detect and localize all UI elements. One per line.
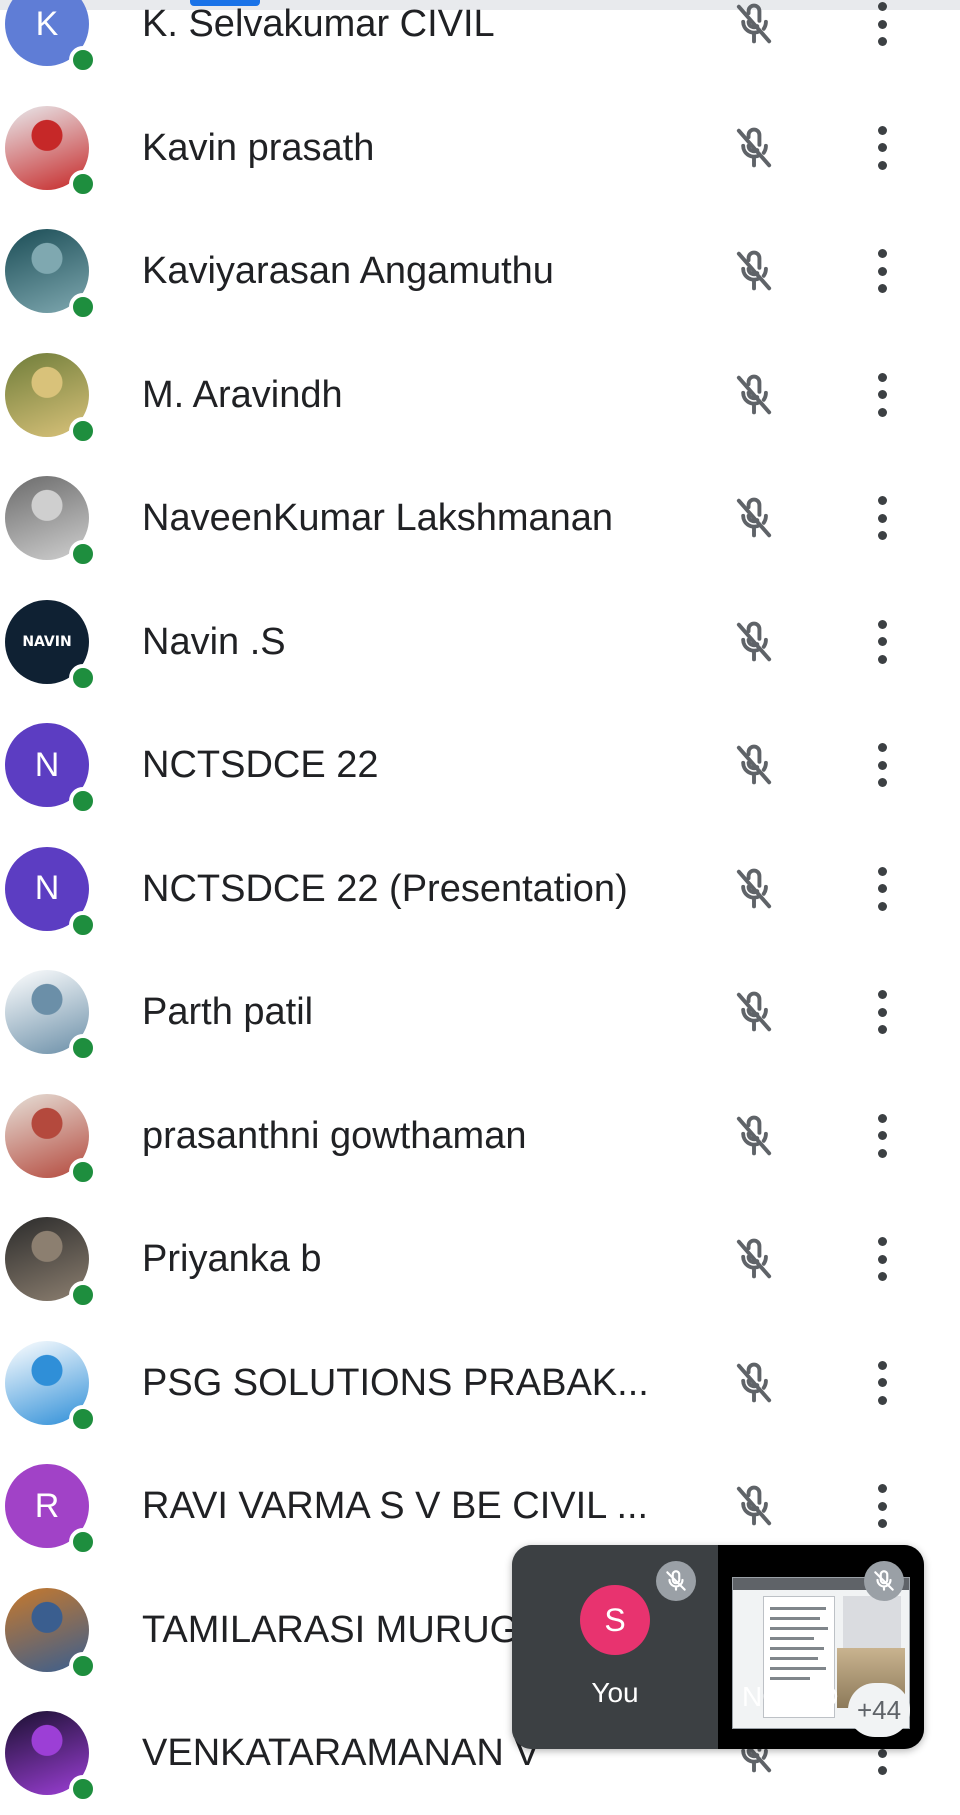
- participant-name: NaveenKumar Lakshmanan: [142, 497, 614, 539]
- online-status-dot: [69, 169, 97, 198]
- online-status-dot: [69, 910, 97, 939]
- online-status-dot: [69, 1404, 97, 1433]
- online-status-dot: [69, 46, 97, 74]
- participant-name: VENKATARAMANAN V: [142, 1732, 540, 1774]
- mic-off-icon[interactable]: [728, 1480, 780, 1532]
- online-status-dot: [69, 1034, 97, 1062]
- online-status-dot: [69, 540, 97, 568]
- avatar-container: [5, 352, 97, 445]
- participant-name: Priyanka b: [142, 1238, 322, 1280]
- mic-off-icon[interactable]: [728, 1357, 780, 1409]
- mic-off-icon[interactable]: [728, 492, 780, 544]
- more-options-icon[interactable]: [868, 0, 896, 52]
- presentation-label: NCTSD: [742, 1681, 839, 1712]
- avatar-container: [5, 1340, 97, 1433]
- participant-name: Parth patil: [142, 991, 314, 1033]
- avatar-container: [5, 970, 97, 1062]
- mic-off-icon[interactable]: [728, 863, 780, 915]
- online-status-dot: [69, 787, 97, 815]
- participant-name: RAVI VARMA S V BE CIVIL ...: [142, 1485, 649, 1527]
- more-options-icon[interactable]: [868, 984, 896, 1040]
- online-status-dot: [69, 293, 97, 321]
- participant-name: NCTSDCE 22 (Presentation): [142, 867, 628, 910]
- participant-row[interactable]: NaveenKumar Lakshmanan: [0, 456, 960, 580]
- participant-name: Navin .S: [142, 620, 286, 663]
- avatar-container: [5, 105, 97, 198]
- participant-row[interactable]: Parth patil: [0, 950, 960, 1074]
- mic-off-icon[interactable]: [728, 0, 780, 50]
- participant-row[interactable]: prasanthni gowthaman: [0, 1074, 960, 1198]
- mic-off-icon[interactable]: [728, 1110, 780, 1162]
- avatar-container: [5, 1711, 97, 1803]
- avatar-container: [5, 1587, 97, 1680]
- participant-row[interactable]: Kaviyarasan Angamuthu: [0, 209, 960, 333]
- participant-row[interactable]: Priyanka b: [0, 1197, 960, 1321]
- online-status-dot: [69, 663, 97, 692]
- more-options-icon[interactable]: [868, 1108, 896, 1164]
- more-options-icon[interactable]: [868, 490, 896, 546]
- more-options-icon[interactable]: [868, 120, 896, 176]
- online-status-dot: [69, 1157, 97, 1186]
- participant-row[interactable]: M. Aravindh: [0, 333, 960, 457]
- mic-off-icon[interactable]: [728, 616, 780, 668]
- participant-name: PSG SOLUTIONS PRABAK...: [142, 1361, 649, 1404]
- self-tile[interactable]: S You: [512, 1545, 718, 1749]
- avatar-container: [5, 476, 97, 568]
- more-options-icon[interactable]: [868, 1355, 896, 1411]
- more-options-icon[interactable]: [868, 614, 896, 670]
- more-options-icon[interactable]: [868, 1478, 896, 1534]
- self-label: You: [591, 1677, 639, 1708]
- mic-off-icon[interactable]: [728, 1233, 780, 1285]
- online-status-dot: [69, 1528, 97, 1556]
- online-status-dot: [69, 416, 97, 445]
- online-status-dot: [69, 1281, 97, 1309]
- participant-row[interactable]: N NCTSDCE 22: [0, 703, 960, 827]
- more-options-icon[interactable]: [868, 243, 896, 299]
- participant-row[interactable]: Kavin prasath: [0, 86, 960, 210]
- presenter-mic-off-icon: [864, 1561, 904, 1601]
- participant-name: prasanthni gowthaman: [142, 1114, 527, 1157]
- avatar-container: NAVIN: [5, 599, 97, 692]
- participant-name: Kaviyarasan Angamuthu: [142, 250, 554, 292]
- mic-off-icon[interactable]: [728, 122, 780, 174]
- more-options-icon[interactable]: [868, 737, 896, 793]
- avatar-container: [5, 1093, 97, 1186]
- avatar-container: N: [5, 723, 97, 815]
- mic-off-icon[interactable]: [728, 739, 780, 791]
- avatar-container: N: [5, 846, 97, 939]
- mic-off-icon[interactable]: [728, 986, 780, 1038]
- mic-off-icon[interactable]: [728, 369, 780, 421]
- mic-off-icon[interactable]: [728, 245, 780, 297]
- participant-row[interactable]: K K. Selvakumar CIVIL: [0, 0, 960, 86]
- participant-name: Kavin prasath: [142, 126, 375, 169]
- participant-name: TAMILARASI MURUG: [142, 1608, 520, 1651]
- more-participants-badge[interactable]: +44: [848, 1683, 910, 1737]
- participant-name: M. Aravindh: [142, 373, 343, 416]
- self-mic-off-icon: [656, 1561, 696, 1601]
- self-avatar: S: [580, 1585, 650, 1655]
- participant-row[interactable]: PSG SOLUTIONS PRABAK...: [0, 1321, 960, 1445]
- avatar-container: R: [5, 1464, 97, 1556]
- online-status-dot: [69, 1651, 97, 1680]
- avatar-container: [5, 1217, 97, 1309]
- avatar-container: [5, 229, 97, 321]
- online-status-dot: [69, 1775, 97, 1803]
- participant-list: K K. Selvakumar CIVIL Kavin prasath Kaviyar…: [0, 0, 960, 1815]
- more-options-icon[interactable]: [868, 861, 896, 917]
- avatar-container: K: [5, 0, 97, 74]
- participant-row[interactable]: N NCTSDCE 22 (Presentation): [0, 827, 960, 951]
- participant-name: NCTSDCE 22: [142, 744, 379, 786]
- more-options-icon[interactable]: [868, 1231, 896, 1287]
- participant-row[interactable]: NAVIN Navin .S: [0, 580, 960, 704]
- participant-name: K. Selvakumar CIVIL: [142, 3, 495, 45]
- more-options-icon[interactable]: [868, 367, 896, 423]
